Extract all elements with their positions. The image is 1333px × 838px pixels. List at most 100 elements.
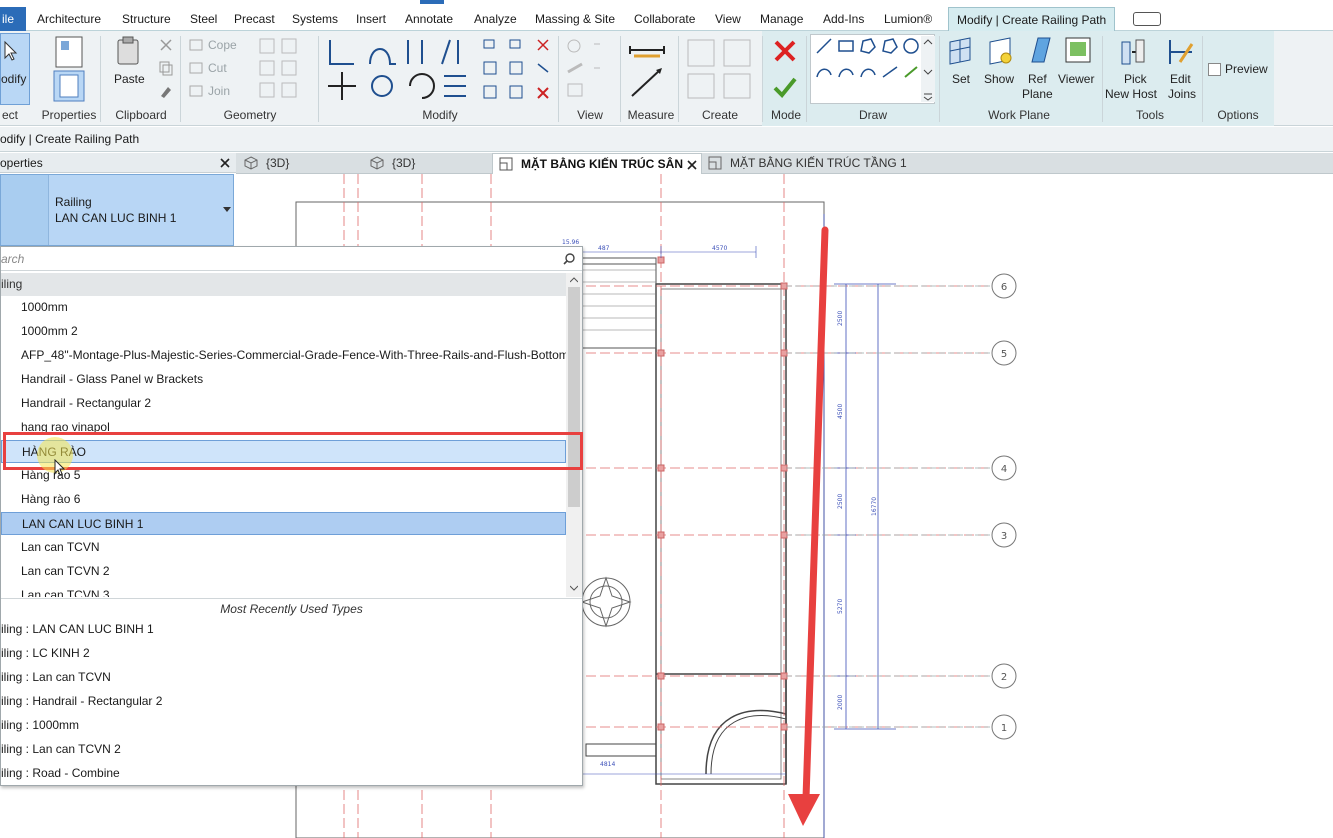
mru-item[interactable]: iling : Handrail - Rectangular 2 bbox=[1, 689, 582, 713]
type-search-input[interactable]: arch bbox=[1, 247, 582, 271]
ribbon-separator bbox=[762, 36, 763, 122]
cope-icon[interactable] bbox=[188, 37, 204, 53]
cut-geometry-icon[interactable] bbox=[188, 60, 204, 76]
mru-item[interactable]: iling : LAN CAN LUC BINH 1 bbox=[1, 617, 582, 641]
close-icon[interactable] bbox=[687, 160, 697, 170]
chevron-up-icon[interactable] bbox=[570, 277, 578, 283]
mru-item[interactable]: iling : 1000mm bbox=[1, 713, 582, 737]
view-tab-bar: {3D} {3D} MẶT BẰNG KIẾN TRÚC SÂN MẶT BẰN… bbox=[236, 153, 1333, 174]
show-work-plane-button[interactable]: Show bbox=[982, 36, 1018, 92]
pick-host-icon bbox=[1121, 39, 1145, 65]
draw-tools-gallery[interactable] bbox=[810, 34, 935, 104]
grid-label-2: 2 bbox=[1001, 672, 1007, 683]
pick-new-host-button[interactable]: Pick New Host bbox=[1104, 36, 1160, 102]
options-bar-context-label: odify | Create Railing Path bbox=[0, 132, 140, 146]
list-scrollbar-thumb[interactable] bbox=[568, 287, 580, 507]
list-item[interactable]: Lan can TCVN bbox=[1, 536, 566, 559]
view-tab-mat-bang-tang-1[interactable]: MẶT BẰNG KIẾN TRÚC TẦNG 1 bbox=[708, 153, 908, 174]
dim-top-1: 15.96 bbox=[562, 239, 579, 246]
tab-precast[interactable]: Precast bbox=[234, 7, 275, 31]
view-tab-mat-bang-san[interactable]: MẶT BẰNG KIẾN TRÚC SÂN bbox=[492, 153, 702, 174]
tab-view[interactable]: View bbox=[715, 7, 741, 31]
group-label-tools: Tools bbox=[1135, 108, 1164, 122]
quick-access-highlight bbox=[420, 0, 444, 4]
dim-4500: 4500 bbox=[837, 404, 844, 419]
set-work-plane-button[interactable]: Set bbox=[942, 36, 978, 92]
list-item[interactable]: Hàng rào 6 bbox=[1, 488, 566, 511]
list-item[interactable]: 1000mm 2 bbox=[1, 320, 566, 343]
group-label-work-plane: Work Plane bbox=[988, 108, 1050, 122]
tab-lumion[interactable]: Lumion® bbox=[884, 7, 932, 31]
dim-2500: 2500 bbox=[837, 311, 844, 326]
grid-bubbles bbox=[991, 273, 1017, 740]
group-label-mode: Mode bbox=[770, 108, 802, 122]
type-family-label: Railing bbox=[55, 195, 92, 209]
viewer-icon bbox=[1065, 37, 1091, 63]
type-selector[interactable]: Railing LAN CAN LUC BINH 1 bbox=[0, 174, 234, 246]
tab-annotate[interactable]: Annotate bbox=[405, 7, 453, 31]
tab-insert[interactable]: Insert bbox=[356, 7, 386, 31]
properties-button[interactable] bbox=[44, 33, 94, 105]
list-item-selected[interactable]: LAN CAN LUC BINH 1 bbox=[1, 512, 566, 535]
ref-plane-button[interactable]: Ref Plane bbox=[1020, 36, 1056, 102]
list-item[interactable]: 1000mm bbox=[1, 296, 566, 319]
search-icon[interactable] bbox=[563, 253, 575, 265]
view-tab-3d-2[interactable]: {3D} bbox=[370, 153, 490, 174]
group-label-geometry: Geometry bbox=[223, 108, 277, 122]
mru-item[interactable]: iling : Road - Combine bbox=[1, 761, 582, 785]
paste-button[interactable]: Paste bbox=[110, 36, 146, 90]
floor-plan-icon bbox=[708, 156, 722, 170]
mru-item[interactable]: iling : Lan can TCVN 2 bbox=[1, 737, 582, 761]
tab-modify-create-railing-path[interactable]: Modify | Create Railing Path bbox=[948, 7, 1116, 31]
list-item[interactable]: Handrail - Rectangular 2 bbox=[1, 392, 566, 415]
copy-icon[interactable] bbox=[158, 60, 174, 76]
cancel-edit-mode-icon[interactable] bbox=[772, 38, 798, 64]
red-arrow-annotation bbox=[788, 226, 829, 826]
tab-architecture[interactable]: Architecture bbox=[37, 7, 101, 31]
close-icon[interactable] bbox=[220, 158, 230, 168]
mru-item[interactable]: iling : Lan can TCVN bbox=[1, 665, 582, 689]
view-tab-3d[interactable]: {3D} bbox=[244, 153, 364, 174]
cut-scissors-icon[interactable] bbox=[158, 37, 174, 53]
chevron-down-icon[interactable] bbox=[570, 585, 578, 591]
tab-systems[interactable]: Systems bbox=[292, 7, 338, 31]
list-item[interactable]: AFP_48"-Montage-Plus-Majestic-Series-Com… bbox=[1, 344, 566, 367]
tab-add-ins[interactable]: Add-Ins bbox=[823, 7, 864, 31]
tab-manage[interactable]: Manage bbox=[760, 7, 803, 31]
modify-tools-icons[interactable] bbox=[326, 36, 556, 104]
cope-button[interactable]: Cope bbox=[208, 38, 237, 52]
create-tools-icons[interactable] bbox=[684, 36, 756, 102]
cursor-arrow-icon bbox=[4, 40, 18, 61]
preview-checkbox[interactable] bbox=[1208, 63, 1221, 76]
list-item[interactable]: Lan can TCVN 3 bbox=[1, 584, 566, 597]
display-toggle-icon[interactable] bbox=[1133, 12, 1161, 26]
finish-edit-mode-icon[interactable] bbox=[772, 74, 798, 100]
join-button[interactable]: Join bbox=[208, 84, 230, 98]
tab-structure[interactable]: Structure bbox=[122, 7, 171, 31]
dropdown-arrow-icon[interactable] bbox=[223, 207, 231, 213]
tab-file[interactable]: ile bbox=[0, 7, 26, 31]
viewer-button[interactable]: Viewer bbox=[1058, 36, 1098, 92]
match-properties-icon[interactable] bbox=[158, 83, 174, 99]
list-item[interactable]: Lan can TCVN 2 bbox=[1, 560, 566, 583]
edit-joins-button[interactable]: Edit Joins bbox=[1162, 36, 1200, 102]
view-tools-icons[interactable] bbox=[564, 36, 614, 102]
dim-16770: 16770 bbox=[871, 497, 878, 516]
dim-2000: 2000 bbox=[837, 695, 844, 710]
draw-gallery-scroll[interactable] bbox=[921, 36, 935, 102]
cut-button[interactable]: Cut bbox=[208, 61, 227, 75]
list-item[interactable]: Handrail - Glass Panel w Brackets bbox=[1, 368, 566, 391]
tab-steel[interactable]: Steel bbox=[190, 7, 217, 31]
tab-collaborate[interactable]: Collaborate bbox=[634, 7, 695, 31]
group-label-modify: Modify bbox=[422, 108, 458, 122]
modify-button[interactable]: odify bbox=[0, 33, 30, 105]
dim-5270: 5270 bbox=[837, 599, 844, 614]
geometry-tools-icons[interactable] bbox=[258, 37, 302, 103]
chevron-down-icon bbox=[923, 39, 933, 101]
join-icon[interactable] bbox=[188, 83, 204, 99]
tab-massing-site[interactable]: Massing & Site bbox=[535, 7, 615, 31]
tab-analyze[interactable]: Analyze bbox=[474, 7, 517, 31]
ribbon-separator bbox=[318, 36, 319, 122]
mru-item[interactable]: iling : LC KINH 2 bbox=[1, 641, 582, 665]
measure-tools-icons[interactable] bbox=[628, 40, 668, 104]
